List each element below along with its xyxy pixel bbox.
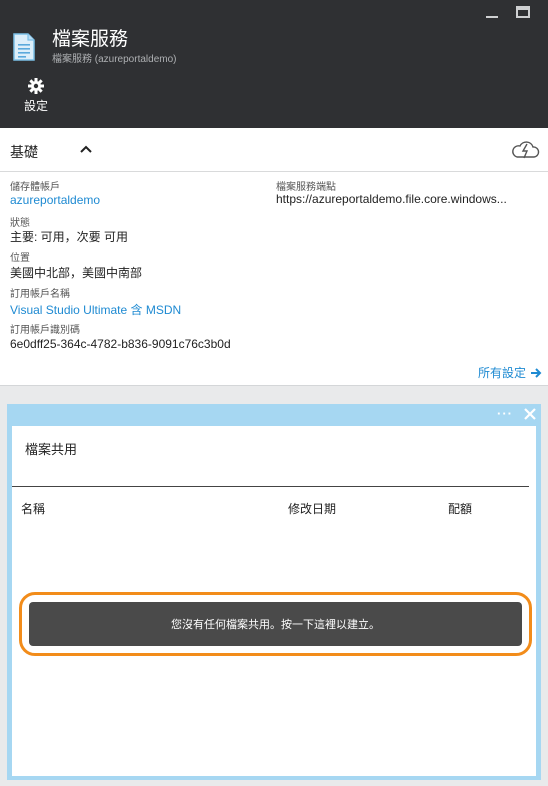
close-icon[interactable]: [523, 407, 537, 421]
essentials-title: 基礎: [10, 144, 38, 160]
blade-title: 檔案服務: [52, 29, 129, 50]
essentials-panel: 基礎 儲存體帳戶 azureportaldemo 狀態 主要: 可用，次要 可用…: [0, 128, 548, 386]
ellipsis-icon[interactable]: ···: [497, 406, 513, 421]
subscription-name-label: 訂用帳戶名稱: [10, 289, 70, 300]
essentials-header[interactable]: 基礎: [0, 128, 548, 172]
gear-icon: [28, 78, 44, 94]
subscription-id-label: 訂用帳戶識別碼: [10, 325, 80, 336]
storage-account-link[interactable]: azureportaldemo: [10, 193, 100, 207]
document-icon: [13, 33, 35, 61]
arrow-right-icon: [531, 367, 542, 378]
highlight-outline: 您沒有任何檔案共用。按一下這裡以建立。: [19, 592, 532, 656]
status-value: 主要: 可用，次要 可用: [10, 230, 129, 244]
location-value: 美國中北部，美國中南部: [10, 266, 143, 280]
endpoint-label: 檔案服務端點: [276, 182, 336, 193]
file-shares-title: 檔案共用: [25, 442, 78, 457]
blade-subtitle: 檔案服務 (azureportaldemo): [52, 54, 177, 65]
minimize-icon[interactable]: [486, 16, 498, 18]
column-header-modified[interactable]: 修改日期: [288, 500, 336, 517]
file-shares-content: 檔案共用 名稱 修改日期 配額 您沒有任何檔案共用。按一下這裡以建立。: [12, 426, 536, 776]
maximize-icon[interactable]: [516, 6, 530, 18]
status-label: 狀態: [10, 218, 30, 229]
settings-label: 設定: [23, 99, 48, 113]
divider: [12, 486, 529, 487]
storage-account-label: 儲存體帳戶: [10, 182, 60, 193]
cloud-lightning-icon[interactable]: [510, 140, 540, 160]
settings-button[interactable]: 設定: [18, 78, 54, 114]
file-shares-part: ··· 檔案共用 名稱 修改日期 配額 您沒有任何檔案共用。按一下這裡以建立。: [7, 404, 541, 780]
location-label: 位置: [10, 253, 30, 264]
create-file-share-banner[interactable]: 您沒有任何檔案共用。按一下這裡以建立。: [29, 602, 522, 646]
column-header-name[interactable]: 名稱: [21, 500, 45, 517]
all-settings-link[interactable]: 所有設定: [478, 364, 542, 381]
blade-header: 檔案服務 檔案服務 (azureportaldemo) 設定: [0, 0, 548, 128]
window-controls: [486, 6, 530, 18]
column-header-quota[interactable]: 配額: [448, 500, 472, 517]
endpoint-value: https://azureportaldemo.file.core.window…: [276, 192, 507, 206]
chevron-up-icon[interactable]: [79, 142, 93, 156]
all-settings-label: 所有設定: [477, 366, 526, 380]
subscription-id-value: 6e0dff25-364c-4782-b836-9091c76c3b0d: [10, 337, 231, 351]
subscription-name-link[interactable]: Visual Studio Ultimate 含 MSDN: [10, 301, 181, 318]
